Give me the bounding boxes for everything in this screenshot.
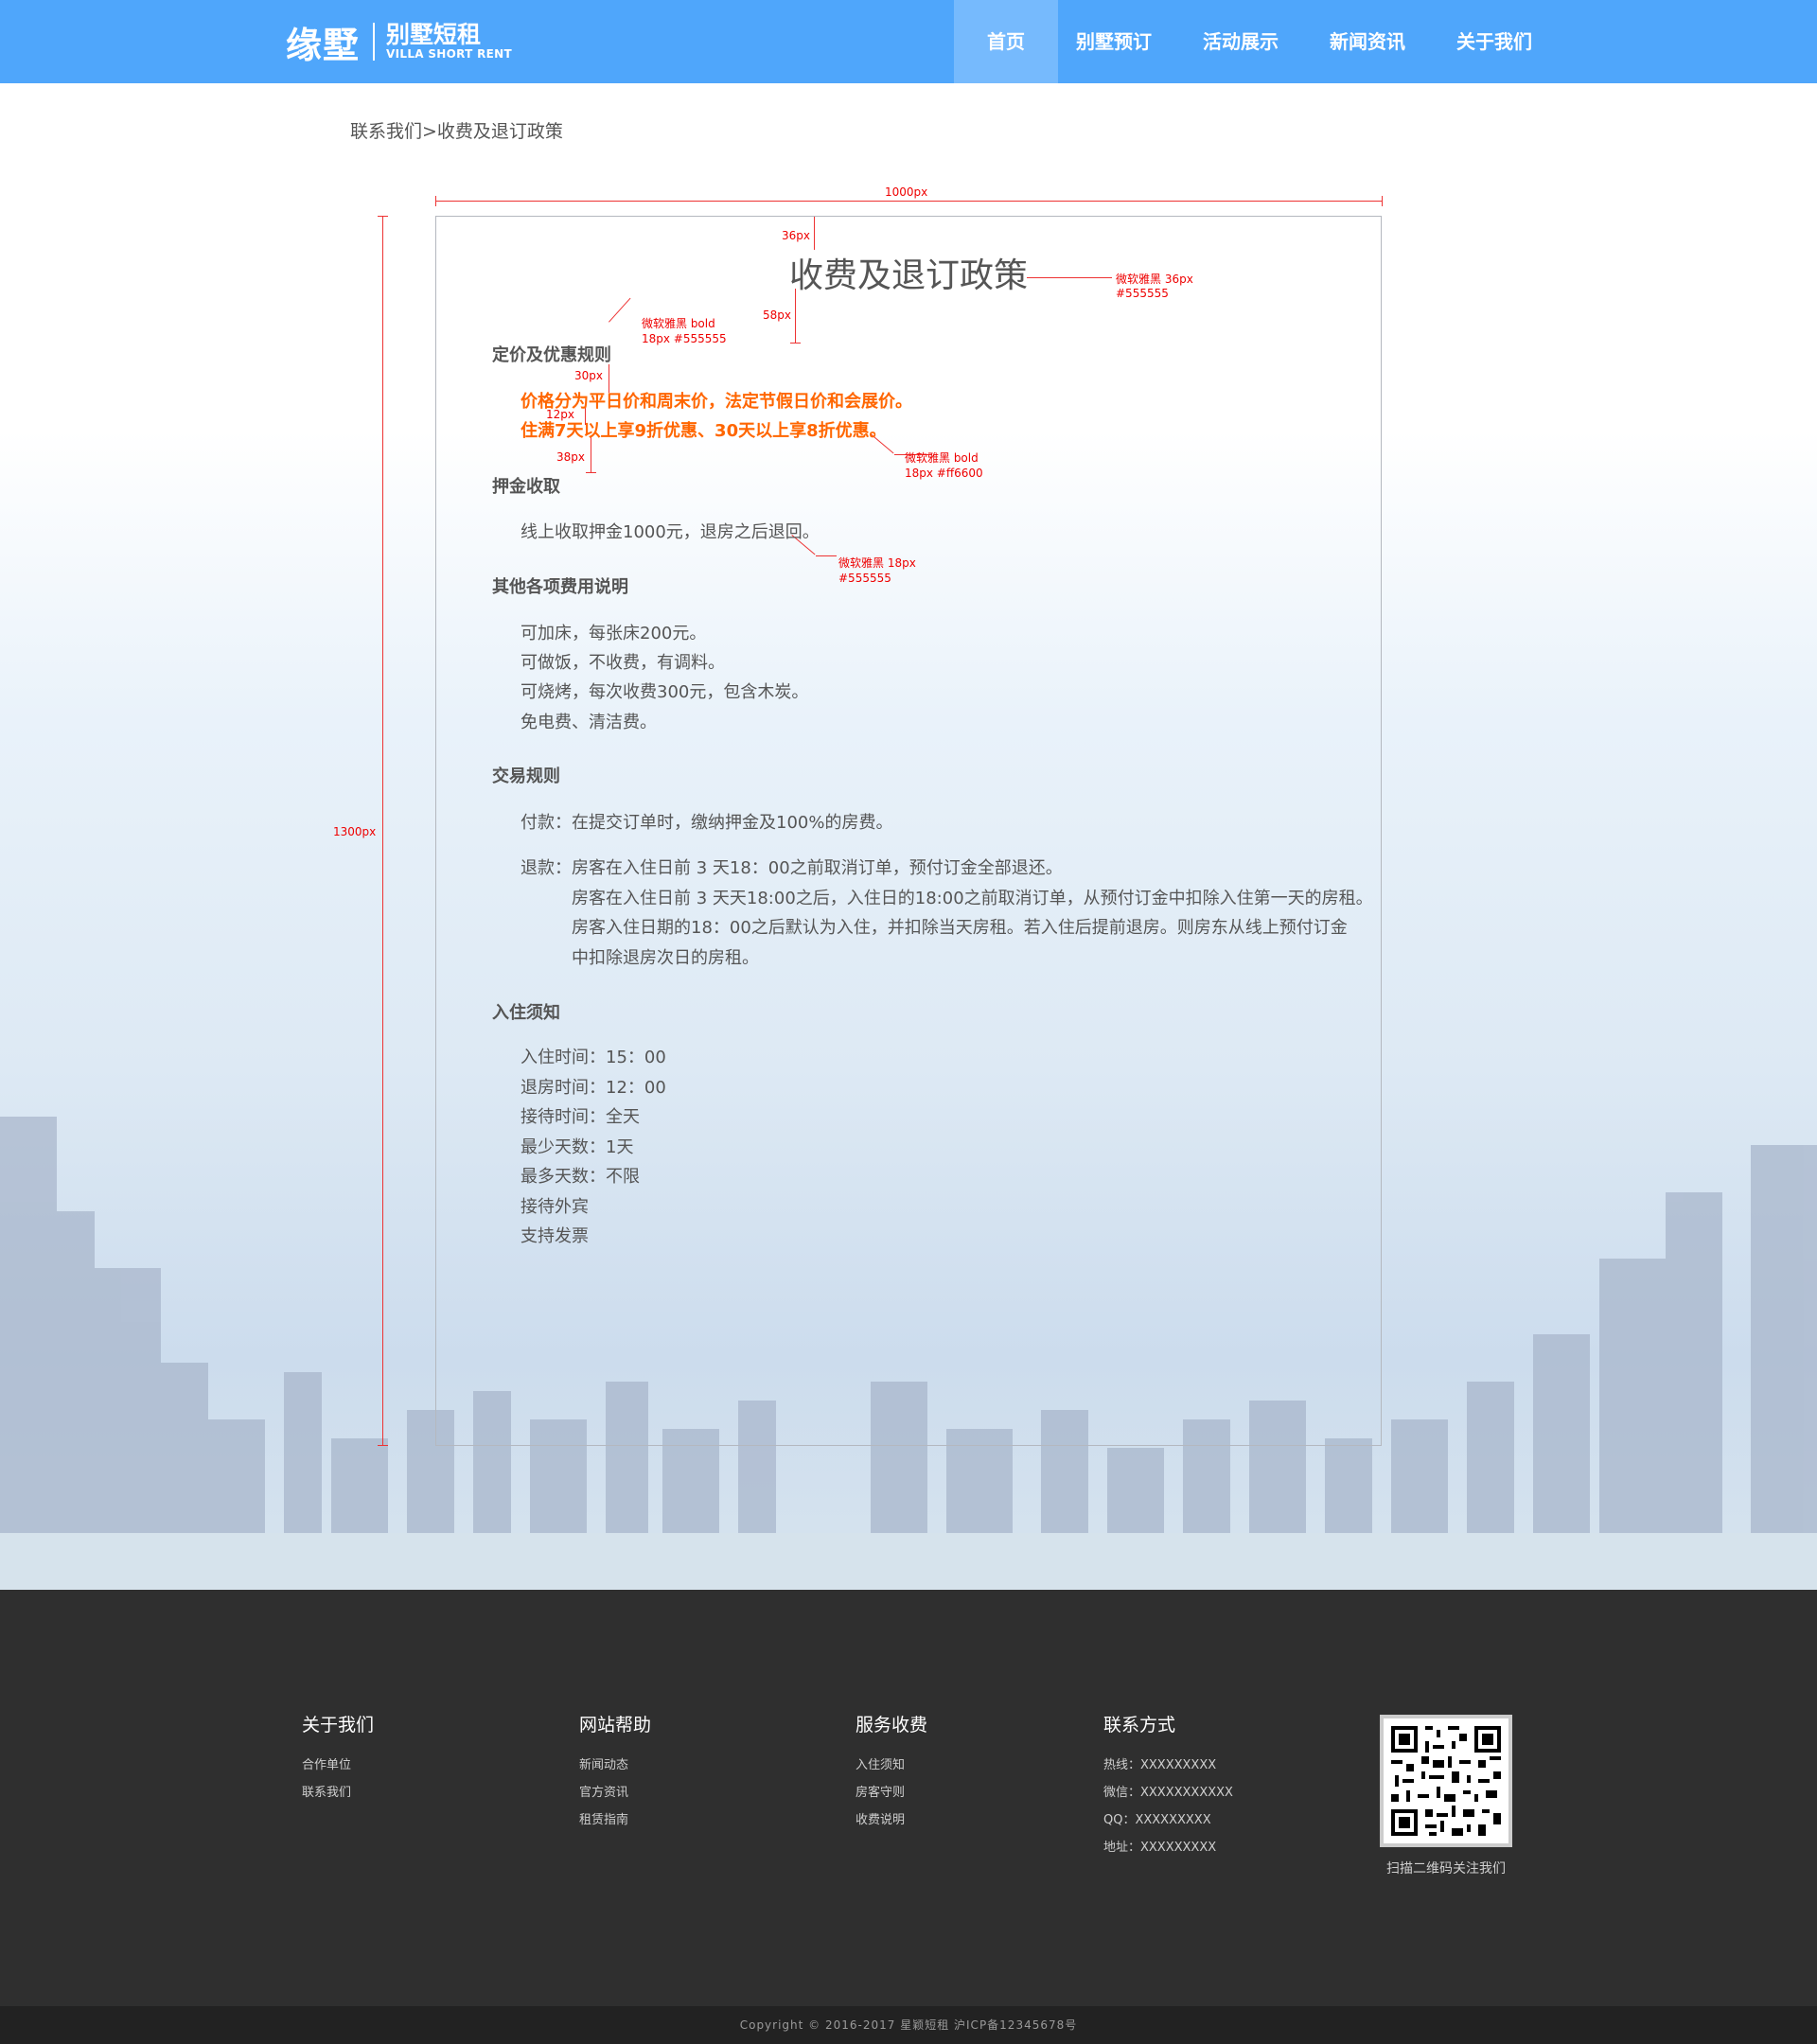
width-dimension-tick-right — [1382, 196, 1383, 206]
height-dimension-label: 1300px — [333, 825, 377, 838]
other-fee-line: 可加床，每张床200元。 — [520, 624, 707, 643]
width-dimension-line — [435, 201, 1382, 202]
contact-address: 地址：XXXXXXXXX — [1103, 1841, 1217, 1855]
page-title: 收费及退订政策 — [788, 256, 1028, 295]
checkin-item: 支持发票 — [520, 1226, 589, 1246]
breadcrumb[interactable]: 联系我们>收费及退订政策 — [350, 117, 563, 143]
section-heading-deposit: 押金收取 — [492, 477, 560, 497]
footer-link[interactable]: 收费说明 — [856, 1809, 905, 1827]
footer-heading-service: 服务收费 — [856, 1715, 928, 1736]
refund-rule-detail: 房客在入住日前 3 天天18:00之后，入住日的18:00之前取消订单，从预付订… — [572, 889, 1373, 908]
checkin-item: 最多天数：不限 — [520, 1167, 640, 1187]
logo-sub-cn: 别墅短租 — [386, 21, 482, 48]
contact-qq: QQ：XXXXXXXXX — [1103, 1813, 1211, 1827]
pricing-line: 住满7天以上享9折优惠、30天以上享8折优惠。 — [520, 421, 887, 441]
other-fee-line: 可做饭，不收费，有调料。 — [520, 653, 725, 673]
checkin-item: 退房时间：12：00 — [520, 1078, 666, 1098]
logo-sub-en: VILLA SHORT RENT — [386, 47, 512, 61]
other-fee-line: 可烧烤，每次收费300元，包含木炭。 — [520, 682, 809, 702]
checkin-item: 入住时间：15：00 — [520, 1048, 666, 1067]
contact-wechat: 微信：XXXXXXXXXXX — [1103, 1786, 1233, 1800]
refund-rule: 退款：房客在入住日前 3 天18：00之前取消订单，预付订金全部退还。 — [520, 858, 1063, 878]
footer-link[interactable]: 租赁指南 — [579, 1809, 628, 1827]
height-dimension-tick-top — [378, 216, 388, 217]
nav-activities[interactable]: 活动展示 — [1185, 0, 1297, 83]
refund-rule-detail: 房客入住日期的18：00之后默认为入住，并扣除当天房租。若入住后提前退房。则房东… — [572, 918, 1348, 938]
other-fee-line: 免电费、清洁费。 — [520, 713, 657, 732]
section-heading-other-fees: 其他各项费用说明 — [492, 577, 628, 597]
checkin-item: 最少天数：1天 — [520, 1137, 634, 1157]
deposit-line: 线上收取押金1000元，退房之后退回。 — [520, 522, 820, 542]
pricing-line: 价格分为平日价和周末价，法定节假日价和会展价。 — [520, 392, 912, 412]
footer-heading-help: 网站帮助 — [579, 1715, 652, 1736]
logo-brand-text: 缘墅 — [286, 24, 361, 66]
copyright-bar: Copyright © 2016-2017 星颖短租 沪ICP备12345678… — [0, 2006, 1817, 2044]
height-dimension-tick-bottom — [378, 1445, 388, 1446]
checkin-item: 接待外宾 — [520, 1197, 589, 1217]
nav-about[interactable]: 关于我们 — [1438, 0, 1550, 83]
nav-home[interactable]: 首页 — [954, 0, 1058, 83]
footer-link[interactable]: 房客守则 — [856, 1782, 905, 1800]
section-heading-pricing: 定价及优惠规则 — [492, 345, 611, 365]
footer-heading-about: 关于我们 — [302, 1715, 375, 1736]
qr-code-image — [1380, 1715, 1512, 1847]
checkin-item: 接待时间：全天 — [520, 1107, 640, 1127]
width-dimension-label: 1000px — [885, 185, 928, 199]
refund-rule-detail: 中扣除退房次日的房租。 — [572, 948, 759, 968]
footer-link[interactable]: 官方资讯 — [579, 1782, 628, 1800]
qr-code-pattern — [1384, 1718, 1508, 1843]
logo-divider — [373, 23, 376, 61]
footer-link[interactable]: 新闻动态 — [579, 1754, 628, 1772]
site-footer — [0, 1590, 1817, 2006]
footer-link[interactable]: 合作单位 — [302, 1754, 351, 1772]
site-logo[interactable]: 缘墅 别墅短租 VILLA SHORT RENT — [286, 17, 512, 66]
footer-heading-contact: 联系方式 — [1103, 1715, 1176, 1736]
payment-rule: 付款：在提交订单时，缴纳押金及100%的房费。 — [520, 813, 893, 833]
nav-villa-booking[interactable]: 别墅预订 — [1058, 0, 1170, 83]
footer-link[interactable]: 联系我们 — [302, 1782, 351, 1800]
logo-subtitle: 别墅短租 VILLA SHORT RENT — [386, 21, 512, 62]
section-heading-checkin: 入住须知 — [492, 1003, 560, 1023]
width-dimension-tick-left — [435, 196, 436, 206]
height-dimension-line — [382, 216, 383, 1446]
section-heading-trade-rules: 交易规则 — [492, 766, 560, 786]
footer-link[interactable]: 入住须知 — [856, 1754, 905, 1772]
qr-code-caption: 扫描二维码关注我们 — [1386, 1861, 1506, 1877]
contact-hotline: 热线：XXXXXXXXX — [1103, 1758, 1217, 1772]
nav-news[interactable]: 新闻资讯 — [1312, 0, 1423, 83]
